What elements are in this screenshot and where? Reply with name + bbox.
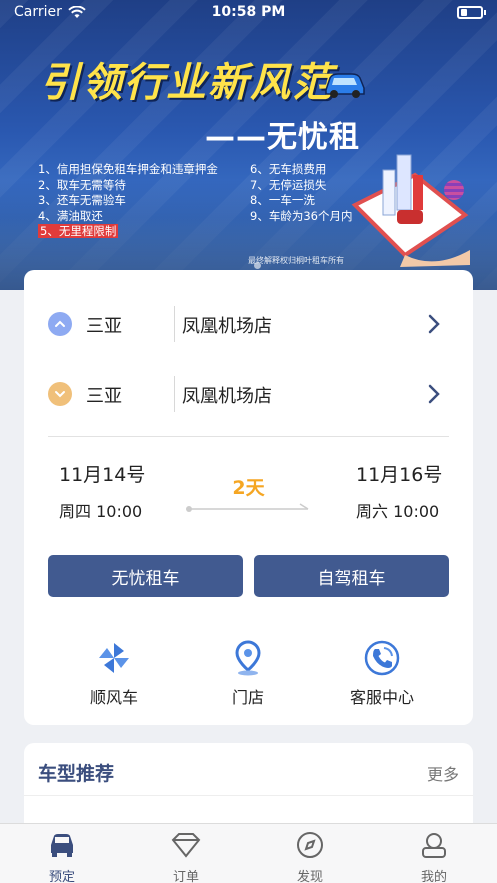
- divider: [174, 376, 175, 412]
- tab-bar: 预定 订单 发现 我的: [0, 823, 497, 883]
- location-pin-icon: [235, 640, 261, 676]
- carousel-indicator[interactable]: [254, 262, 261, 269]
- quick-link-carpool[interactable]: 顺风车: [59, 640, 169, 708]
- duration-arrow-icon: [186, 503, 309, 512]
- profile-icon: [422, 833, 446, 858]
- self-drive-rental-button[interactable]: 自驾租车: [254, 555, 449, 597]
- dropoff-indicator: [48, 382, 72, 406]
- quick-link-customer-service[interactable]: 客服中心: [327, 640, 437, 708]
- tab-profile[interactable]: 我的: [394, 830, 474, 883]
- feature-item: 5、无里程限制: [38, 224, 218, 240]
- feature-item: 7、无停运损失: [250, 177, 327, 192]
- pinwheel-icon: [99, 643, 129, 673]
- diamond-icon: [171, 833, 201, 858]
- feature-item: 8、一车一洗: [250, 193, 315, 207]
- dropoff-row[interactable]: 三亚 凤凰机场店: [24, 366, 473, 422]
- compass-icon: [297, 832, 323, 858]
- feature-item: 1、信用担保免租车押金和违章押金: [38, 162, 218, 176]
- dropoff-store[interactable]: 凤凰机场店: [182, 382, 272, 408]
- tab-label: 订单: [172, 870, 199, 883]
- quick-link-label: 门店: [231, 688, 264, 707]
- chevron-up-icon: [55, 320, 65, 327]
- dropoff-city[interactable]: 三亚: [86, 382, 122, 408]
- pickup-store[interactable]: 凤凰机场店: [182, 312, 272, 338]
- status-bar: Carrier 10:58 PM: [0, 0, 497, 26]
- pickup-row[interactable]: 三亚 凤凰机场店: [24, 296, 473, 352]
- tab-discover[interactable]: 发现: [270, 830, 350, 883]
- pickup-indicator: [48, 312, 72, 336]
- pickup-city[interactable]: 三亚: [86, 312, 122, 338]
- quick-link-label: 顺风车: [89, 688, 138, 707]
- tab-label: 我的: [420, 870, 447, 883]
- end-date[interactable]: 11月16号: [356, 460, 442, 487]
- feature-item: 3、还车无需验车: [38, 193, 126, 207]
- car-illustration-icon: [325, 73, 365, 98]
- battery-icon: [457, 6, 486, 19]
- quick-link-stores[interactable]: 门店: [193, 640, 303, 708]
- feature-list-right: 6、无车损费用 7、无停运损失 8、一车一洗 9、车龄为36个月内: [250, 162, 352, 224]
- chevron-right-icon[interactable]: [428, 384, 440, 404]
- banner-fine-print: 最终解释权归桐叶租车所有: [248, 256, 344, 265]
- car-icon: [51, 834, 73, 857]
- divider: [174, 306, 175, 342]
- feature-item: 9、车龄为36个月内: [250, 208, 353, 223]
- tab-book[interactable]: 预定: [22, 830, 102, 883]
- section-divider: [48, 436, 449, 437]
- section-title: 车型推荐: [38, 763, 115, 785]
- phone-hand-illustration-icon: [351, 154, 470, 267]
- tab-label: 预定: [48, 870, 75, 883]
- promo-banner[interactable]: 引领行业新风范 ——无忧租 1、信用担保免租车押金和违章押金 2、取车无需等待 …: [0, 0, 497, 290]
- more-link[interactable]: 更多: [427, 761, 459, 785]
- end-time[interactable]: 周六 10:00: [356, 498, 439, 522]
- feature-list-left: 1、信用担保免租车押金和违章押金 2、取车无需等待 3、还车无需验车 4、满油取…: [38, 162, 218, 240]
- chevron-down-icon: [55, 391, 65, 398]
- feature-item: 4、满油取还: [38, 208, 103, 223]
- tab-label: 发现: [296, 870, 323, 883]
- tab-orders[interactable]: 订单: [146, 830, 226, 883]
- booking-card: 三亚 凤凰机场店 三亚 凤凰机场店 11月14号 周四 10:00 2天 11月…: [24, 270, 473, 725]
- banner-subline: ——无忧租: [205, 120, 360, 155]
- chevron-right-icon[interactable]: [428, 314, 440, 334]
- worry-free-rental-button[interactable]: 无忧租车: [48, 555, 243, 597]
- section-divider: [24, 795, 473, 796]
- start-time[interactable]: 周四 10:00: [59, 498, 142, 522]
- feature-item-highlight: 5、无里程限制: [38, 224, 119, 238]
- feature-item: 6、无车损费用: [250, 162, 327, 176]
- feature-item: 2、取车无需等待: [38, 177, 126, 192]
- clock: 10:58 PM: [211, 4, 286, 20]
- banner-headline: 引领行业新风范: [40, 60, 334, 106]
- quick-link-label: 客服中心: [349, 688, 414, 707]
- phone-icon: [364, 640, 400, 676]
- planet-decoration-icon: [444, 180, 464, 200]
